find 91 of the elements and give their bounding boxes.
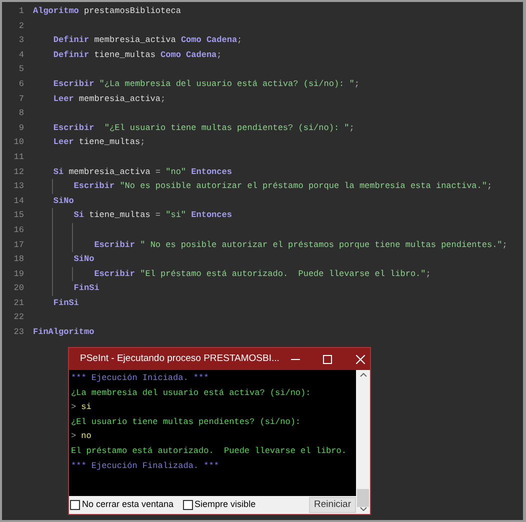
line-number: 15	[12, 209, 24, 222]
operator: ;	[486, 181, 492, 192]
keyword: Como Cadena	[160, 50, 217, 60]
operator: ;	[426, 268, 431, 279]
line-number: 1	[18, 5, 24, 18]
prompt-marker: >	[71, 431, 76, 442]
output-line: ¿El usuario tiene multas pendientes? (si/no):	[71, 416, 301, 427]
string-literal: " No es posible autorizar el préstamos porque tiene multas pendientes."	[139, 240, 502, 250]
line-number: 4	[18, 48, 24, 62]
operator: ;	[354, 78, 360, 89]
string-literal: "El préstamo está autorizado. Puede llevarse el libro."	[139, 268, 426, 279]
checkbox-label: No cerrar esta ventana	[82, 498, 174, 512]
keyword: FinSi	[53, 298, 79, 308]
operator: =	[155, 210, 161, 220]
keyword: Algoritmo	[33, 6, 79, 16]
line-number: 12	[12, 166, 24, 179]
keyword: Definir	[53, 35, 90, 46]
line-number: 23	[12, 326, 24, 340]
keyword: FinAlgoritmo	[33, 327, 94, 338]
operator: ;	[237, 35, 242, 46]
keyword: Si	[74, 210, 84, 220]
operator: ;	[216, 50, 222, 60]
identifier: tiene_multas	[88, 210, 152, 220]
status-message: *** Ejecución Iniciada. ***	[71, 373, 209, 383]
line-number: 2	[18, 20, 24, 33]
line-number: 8	[18, 107, 24, 120]
line-number: 21	[12, 296, 24, 310]
checkbox[interactable]	[70, 500, 80, 510]
scroll-thumb[interactable]	[357, 489, 369, 507]
answer-text: no	[81, 431, 92, 442]
operator: ;	[140, 137, 146, 148]
line-number: 19	[12, 268, 24, 281]
line-number: 7	[18, 92, 24, 106]
keyword: Leer	[53, 137, 74, 148]
operator: =	[155, 166, 161, 177]
output-line: El préstamo está autorizado. Puede llevarse el libro.	[71, 446, 346, 456]
line-number: 14	[12, 194, 24, 208]
status-message: *** Ejecución Finalizada. ***	[71, 460, 219, 471]
line-number: 17	[12, 238, 24, 252]
line-number: 22	[12, 311, 24, 324]
line-number: 10	[12, 136, 24, 150]
keyword: SiNo	[53, 196, 74, 206]
keyword: Entonces	[191, 166, 232, 177]
line-number: 6	[18, 78, 24, 91]
keyword: Escribir	[94, 240, 136, 250]
operator: ;	[349, 122, 354, 133]
operator: ;	[502, 240, 508, 250]
output-line: ¿La membresia del usuario está activa? (si/no):	[71, 388, 311, 398]
operator: ;	[160, 94, 166, 104]
minimize-icon	[290, 358, 300, 360]
scroll-up-icon	[360, 373, 366, 377]
keyword: Escribir	[74, 181, 115, 192]
line-number: 13	[12, 180, 24, 194]
maximize-icon	[322, 354, 332, 364]
identifier: membresia_activa	[68, 166, 152, 177]
keyword: Si	[53, 166, 64, 177]
identifier: tiene_multas	[78, 137, 140, 148]
checkbox-label: Siempre visible	[194, 498, 256, 512]
keyword: SiNo	[74, 254, 94, 264]
identifier: membresia_activa	[93, 35, 177, 46]
keyword: Escribir	[53, 122, 94, 133]
keyword: Entonces	[191, 210, 232, 220]
checkbox[interactable]	[182, 500, 193, 510]
string-literal: "no"	[164, 166, 188, 177]
string-literal: "No es posible autorizar el préstamo porque la membresía esta inactiva."	[118, 181, 487, 192]
identifier: prestamosBiblioteca	[83, 6, 181, 16]
keyword: Como Cadena	[180, 35, 238, 46]
line-number: 20	[12, 282, 24, 296]
answer-text: si	[81, 402, 92, 412]
restart-button[interactable]: Reiniciar	[309, 497, 356, 513]
line-number: 18	[12, 253, 24, 266]
prompt-marker: >	[71, 402, 76, 412]
line-number: 9	[18, 122, 24, 135]
line-number: 3	[18, 34, 24, 48]
keyword: Escribir	[94, 268, 136, 279]
line-number: 11	[12, 150, 24, 164]
line-number: 5	[18, 63, 24, 76]
keyword: Escribir	[53, 78, 94, 89]
identifier: membresia_activa	[78, 94, 161, 104]
line-number: 16	[12, 224, 24, 237]
string-literal: "¿La membresia del usuario está activa? (si/no): "	[98, 78, 354, 89]
keyword: Leer	[53, 94, 74, 104]
keyword: FinSi	[74, 283, 100, 294]
window-title: PSeInt - Ejecutando proceso PRESTAMOSBI...	[80, 352, 280, 366]
string-literal: "¿El usuario tiene multas pendientes? (si/no): "	[103, 122, 350, 133]
keyword: Definir	[53, 50, 90, 60]
string-literal: "si"	[164, 210, 188, 220]
identifier: tiene_multas	[93, 50, 156, 60]
scrollbar[interactable]	[356, 370, 370, 514]
close-icon	[356, 354, 365, 364]
scroll-down-icon	[360, 507, 366, 511]
